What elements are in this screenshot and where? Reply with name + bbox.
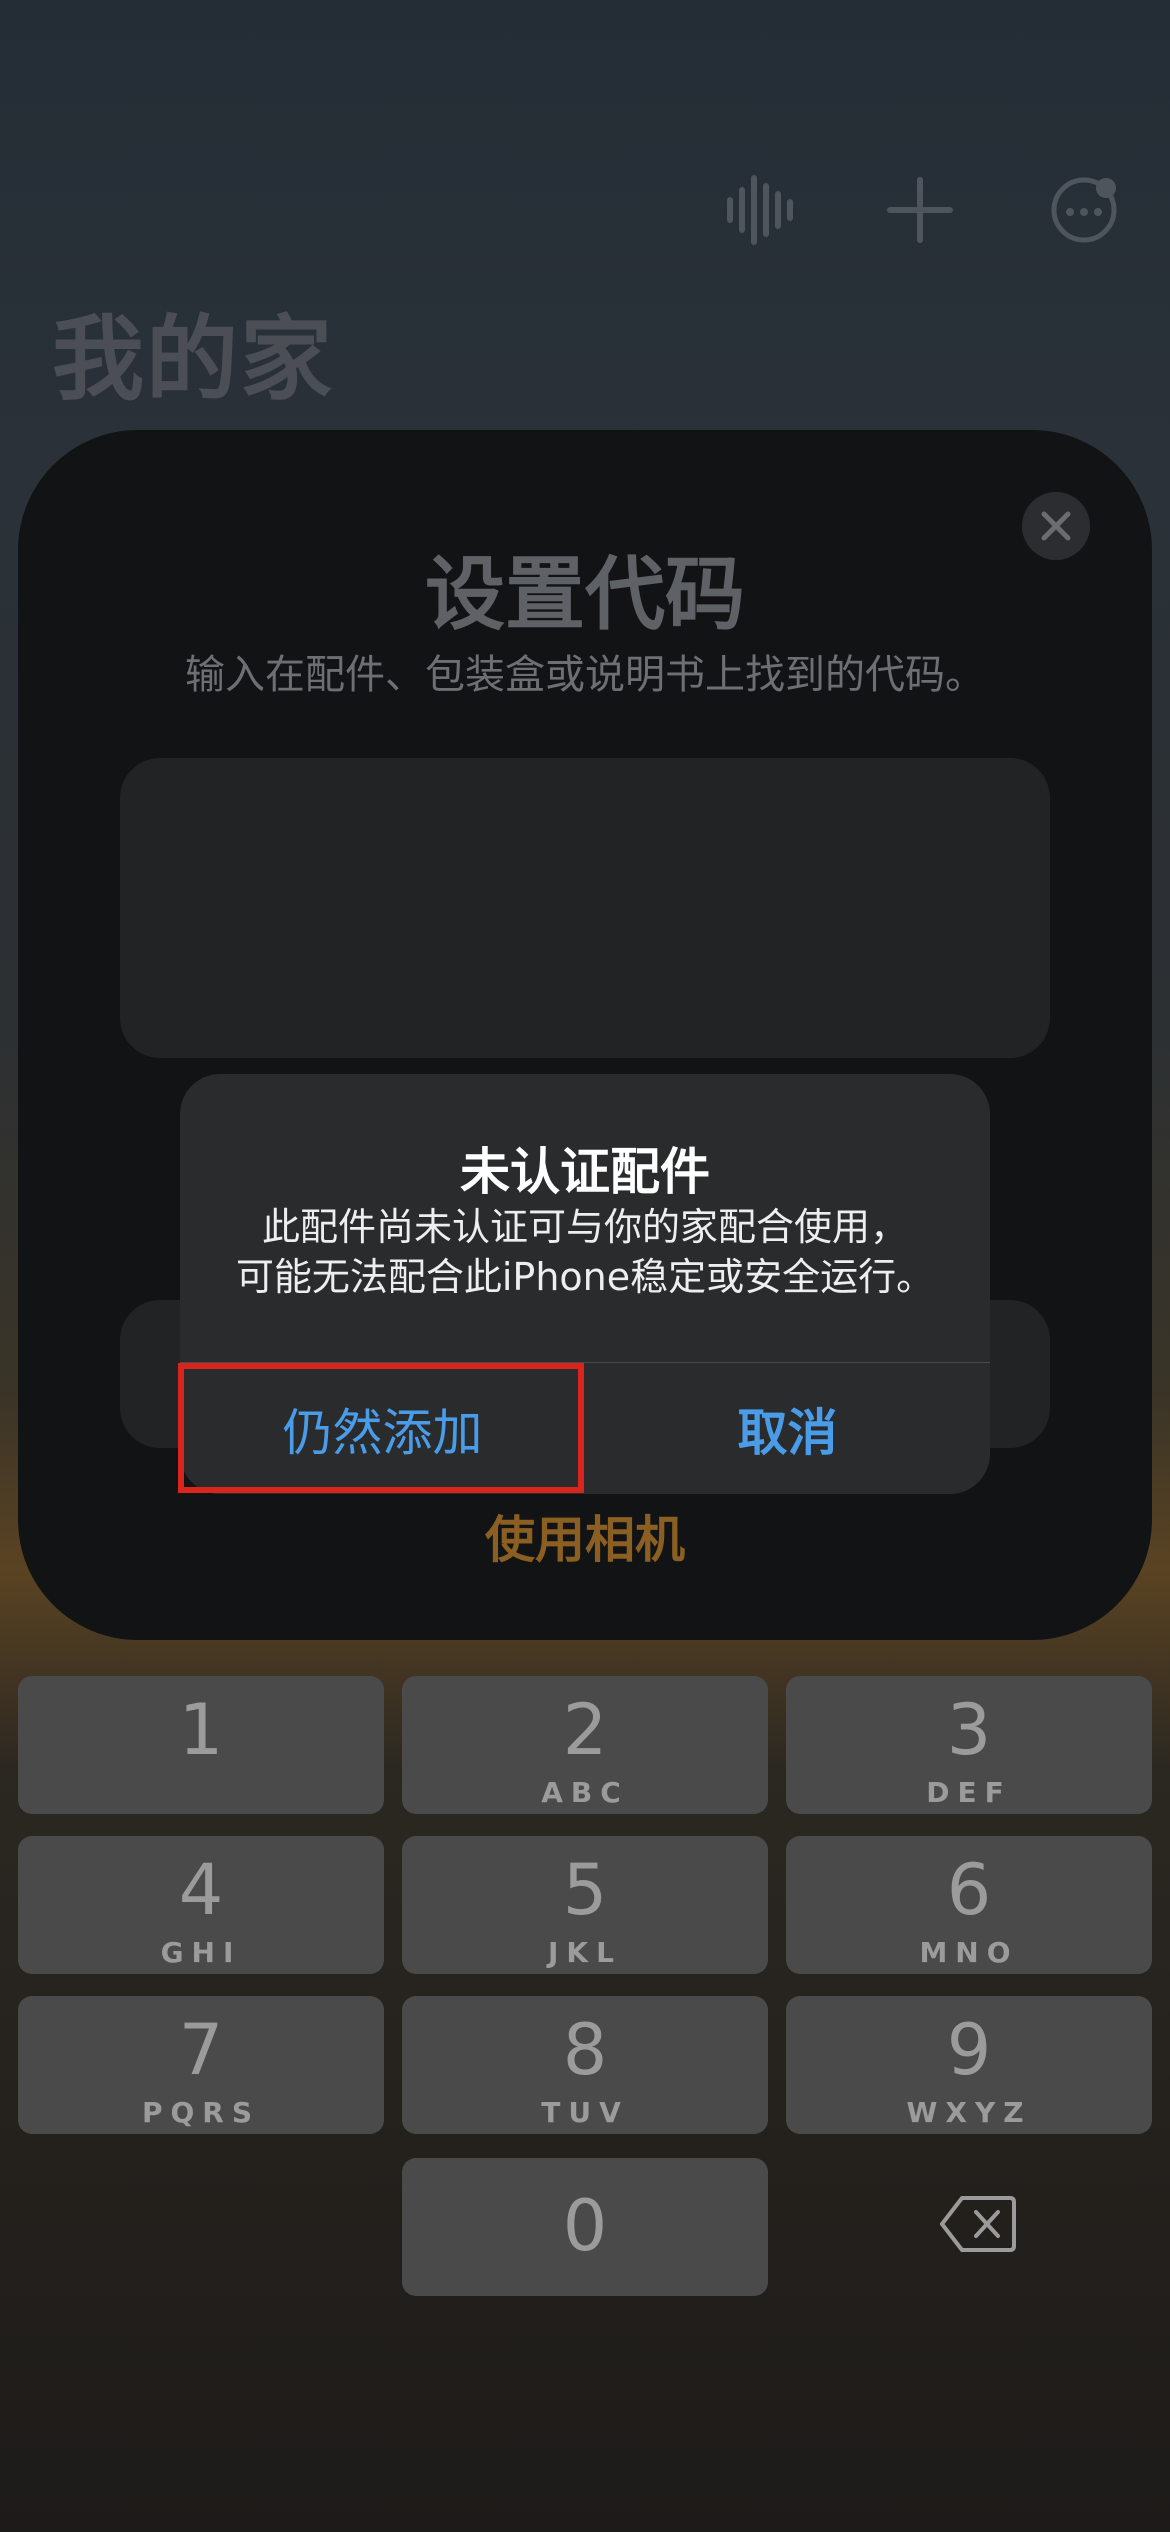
key-7[interactable]: 7 PQRS <box>18 1996 384 2134</box>
key-letters: JKL <box>548 1936 622 1969</box>
key-letters: ABC <box>541 1776 629 1809</box>
key-1[interactable]: 1 <box>18 1676 384 1814</box>
key-digit: 1 <box>178 1689 224 1771</box>
key-digit: 4 <box>178 1849 224 1931</box>
waveform-icon[interactable] <box>720 170 800 250</box>
more-icon[interactable] <box>1044 170 1124 250</box>
alert-title: 未认证配件 <box>460 1143 710 1201</box>
key-6[interactable]: 6 MNO <box>786 1836 1152 1974</box>
key-letters: WXYZ <box>906 2096 1032 2129</box>
key-letters: TUV <box>541 2096 629 2129</box>
key-9[interactable]: 9 WXYZ <box>786 1996 1152 2134</box>
use-camera-link[interactable]: 使用相机 <box>0 1500 1170 1572</box>
sheet-title: 设置代码 <box>425 548 745 641</box>
key-letters: DEF <box>926 1776 1012 1809</box>
cancel-button[interactable]: 取消 <box>585 1364 990 1494</box>
key-8[interactable]: 8 TUV <box>402 1996 768 2134</box>
alert-message-line1: 此配件尚未认证可与你的家配合使用， <box>261 1205 908 1249</box>
alert-message: 此配件尚未认证可与你的家配合使用， 可能无法配合此iPhone稳定或安全运行。 <box>200 1202 970 1302</box>
key-digit: 6 <box>946 1849 992 1931</box>
key-letters: GHI <box>160 1936 242 1969</box>
key-digit: 5 <box>562 1849 608 1931</box>
key-letters: MNO <box>919 1936 1019 1969</box>
home-title: 我的家 <box>52 306 335 413</box>
code-input-field[interactable] <box>120 758 1050 1058</box>
backspace-icon <box>940 2196 1016 2252</box>
key-digit: 9 <box>946 2009 992 2091</box>
key-3[interactable]: 3 DEF <box>786 1676 1152 1814</box>
highlight-box <box>178 1363 584 1493</box>
plus-icon[interactable] <box>880 170 960 250</box>
key-digit: 3 <box>946 1689 992 1771</box>
key-0[interactable]: 0 <box>402 2158 768 2296</box>
key-5[interactable]: 5 JKL <box>402 1836 768 1974</box>
sheet-subtitle: 输入在配件、包装盒或说明书上找到的代码。 <box>185 652 985 698</box>
key-digit: 2 <box>562 1689 608 1771</box>
alert-message-line2: 可能无法配合此iPhone稳定或安全运行。 <box>235 1255 935 1299</box>
key-digit: 7 <box>178 2009 224 2091</box>
key-4[interactable]: 4 GHI <box>18 1836 384 1974</box>
key-2[interactable]: 2 ABC <box>402 1676 768 1814</box>
key-digit: 0 <box>562 2185 608 2267</box>
backspace-button[interactable] <box>940 2194 1016 2254</box>
key-letters: PQRS <box>141 2096 261 2129</box>
key-digit: 8 <box>562 2009 608 2091</box>
